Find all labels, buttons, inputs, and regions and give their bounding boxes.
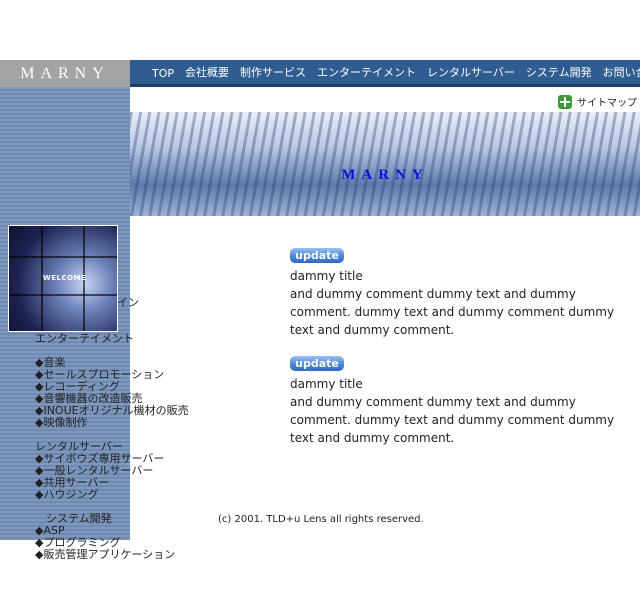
news-item: update dammy title and dummy comment dum… [290,246,630,339]
nav-top[interactable]: TOP [152,67,174,80]
copyright-text: (c) 2001. TLD+u Lens all rights reserved… [218,514,424,525]
menu-item-sales-app[interactable]: ◆販売管理アプリケーション [35,549,175,561]
news-title: dammy title [290,269,363,283]
news-body: and dummy comment dummy text and dummy c… [290,287,615,337]
sidebar-menu-entertainment: エンターテイメント [35,333,134,345]
welcome-image[interactable]: WELCOME [8,225,118,332]
update-badge[interactable]: update [290,356,344,371]
header-banner: MARNY [130,112,640,216]
top-navigation: TOP 会社概要 制作サービス エンターテイメント レンタルサーバー システム開… [130,60,640,87]
nav-rental-server[interactable]: レンタルサーバー [427,64,515,80]
sidebar-system-list: ◆ASP ◆プログラミング ◆販売管理アプリケーション [35,525,175,561]
nav-company[interactable]: 会社概要 [185,64,229,80]
welcome-tail-text: イン [117,296,139,309]
update-badge[interactable]: update [290,248,344,263]
site-logo[interactable]: MARNY [0,60,130,87]
welcome-label: WELCOME [43,274,87,282]
news-item: update dammy title and dummy comment dum… [290,354,630,447]
menu-heading-entertainment[interactable]: エンターテイメント [35,333,134,345]
news-body: and dummy comment dummy text and dummy c… [290,395,615,445]
sitemap-icon [558,94,572,109]
menu-item-housing[interactable]: ◆ハウジング [35,489,164,501]
news-title: dammy title [290,377,363,391]
nav-system-dev[interactable]: システム開発 [526,64,592,80]
nav-production[interactable]: 制作サービス [240,64,306,80]
menu-item-video[interactable]: ◆映像制作 [35,417,189,429]
banner-title: MARNY [341,167,429,183]
nav-entertainment[interactable]: エンターテイメント [317,64,416,80]
sidebar-rental-list: レンタルサーバー ◆サイボウズ専用サーバー ◆一般レンタルサーバー ◆共用サーバ… [35,441,164,501]
nav-contact[interactable]: お問い合わせ [603,64,640,80]
sitemap-label: サイトマップ [577,98,637,109]
sitemap-link[interactable]: サイトマップ [558,94,637,109]
sidebar-entertainment-list: ◆音楽 ◆セールスプロモーション ◆レコーディング ◆音響機器の改造販売 ◆IN… [35,357,189,429]
